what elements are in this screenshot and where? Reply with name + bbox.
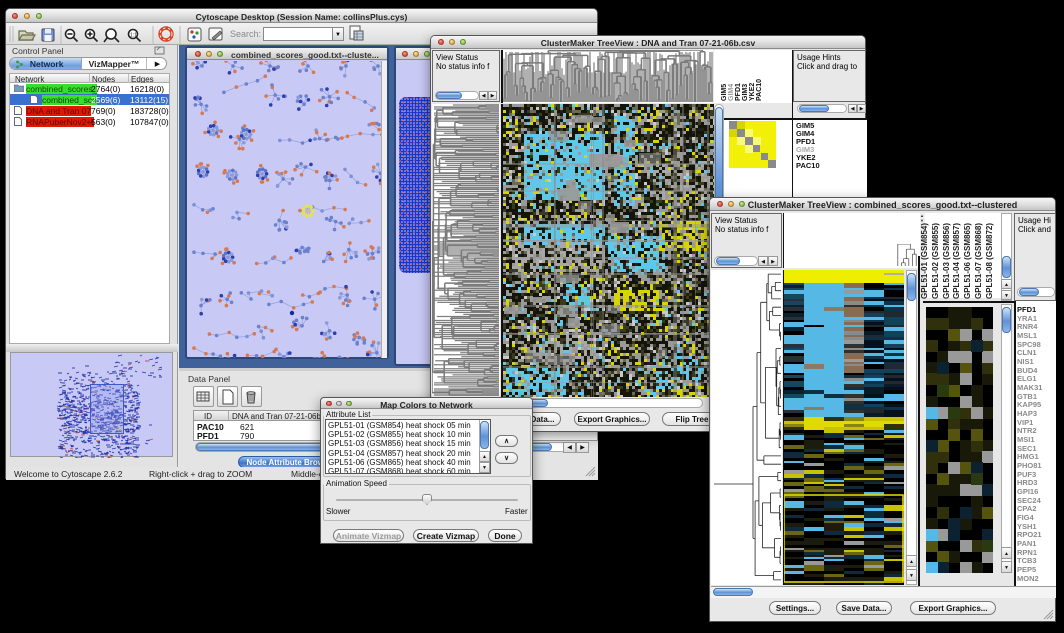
svg-text:1:1: 1:1 — [130, 33, 137, 39]
